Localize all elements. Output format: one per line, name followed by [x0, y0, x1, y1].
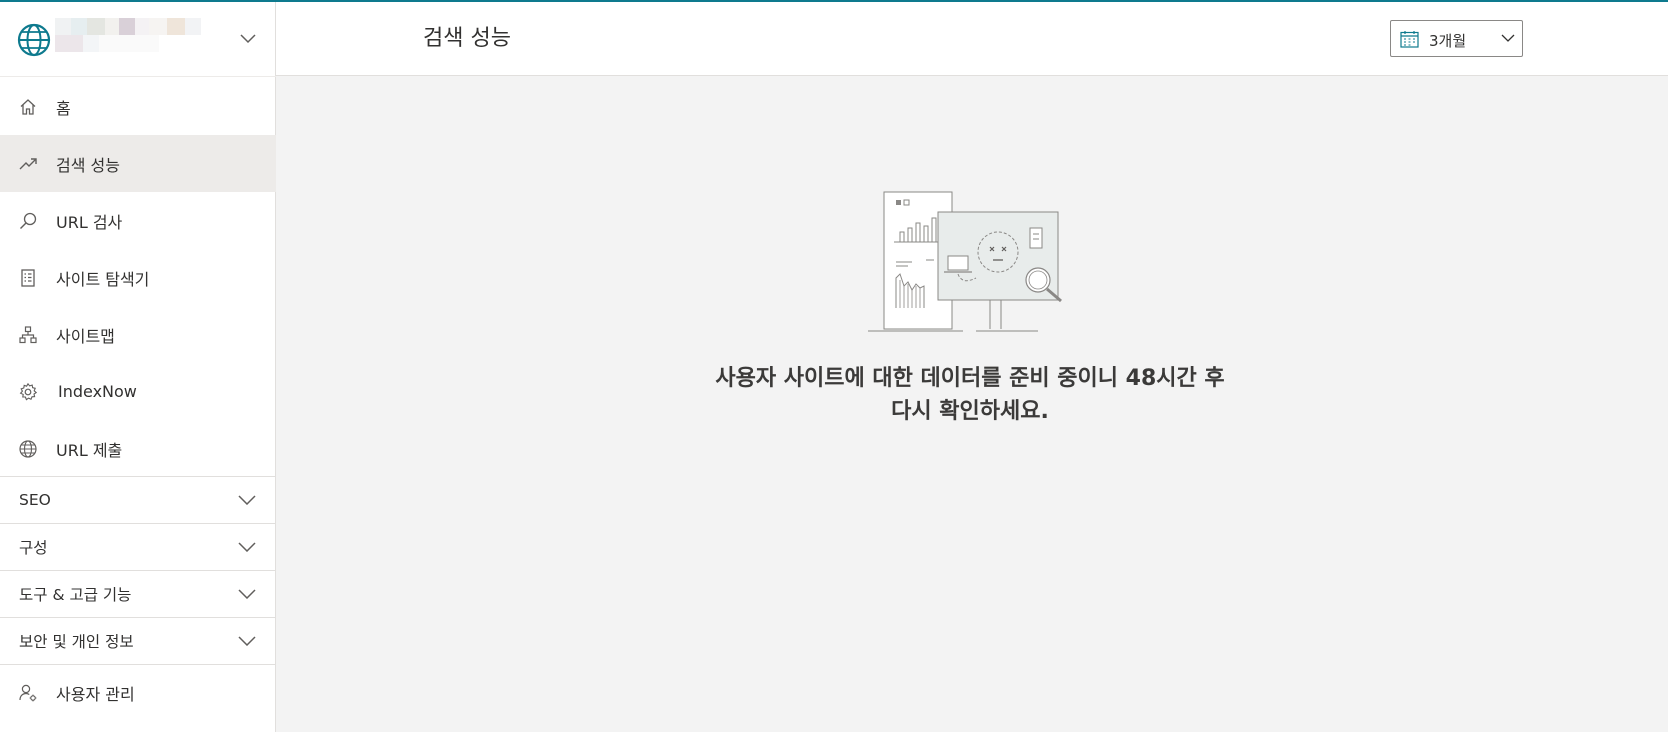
gear-icon — [19, 382, 38, 400]
empty-message-line-2: 다시 확인하세요. — [891, 399, 1049, 424]
nav-item-sitemap[interactable]: 사이트맵 — [0, 306, 276, 363]
page-header: 검색 성능 3개월 — [276, 2, 1668, 76]
group-label: 도구 & 고급 기능 — [19, 586, 132, 604]
group-label: SEO — [19, 491, 51, 509]
nav-item-user-management[interactable]: 사용자 관리 — [0, 664, 276, 720]
chevron-down-icon — [238, 495, 256, 505]
user-settings-icon — [19, 684, 37, 701]
site-selector[interactable] — [0, 2, 276, 77]
empty-message-line-1: 사용자 사이트에 대한 데이터를 준비 중이니 48시간 후 — [715, 366, 1225, 391]
chevron-down-icon — [238, 589, 256, 599]
calendar-icon — [1400, 31, 1419, 48]
nav-item-search-performance[interactable]: 검색 성능 — [0, 135, 276, 192]
nav-label: IndexNow — [58, 382, 137, 401]
page-title: 검색 성능 — [423, 26, 511, 51]
globe-icon — [17, 23, 51, 57]
nav-item-home[interactable]: 홈 — [0, 78, 276, 135]
group-seo[interactable]: SEO — [0, 476, 276, 523]
empty-state-illustration — [868, 191, 1062, 332]
sidebar: 홈 검색 성능 URL 검사 사이트 탐색기 사이트맵 IndexNow URL… — [0, 2, 276, 732]
search-icon — [20, 212, 37, 229]
chevron-down-icon — [238, 636, 256, 646]
document-list-icon — [21, 268, 35, 287]
group-tools-advanced[interactable]: 도구 & 고급 기능 — [0, 570, 276, 617]
nav-label: URL 검사 — [56, 212, 123, 232]
sitemap-icon — [19, 325, 37, 343]
chevron-down-icon — [1501, 34, 1515, 42]
nav-item-indexnow[interactable]: IndexNow — [0, 363, 276, 420]
nav-label: 사이트 탐색기 — [56, 269, 150, 289]
nav-label: URL 제출 — [56, 440, 123, 460]
group-configuration[interactable]: 구성 — [0, 523, 276, 570]
nav-label: 홈 — [56, 98, 71, 118]
home-icon — [20, 98, 36, 115]
nav-label: 검색 성능 — [56, 155, 120, 175]
chevron-down-icon — [238, 542, 256, 552]
nav-label: 사이트맵 — [56, 326, 115, 346]
nav-item-url-submission[interactable]: URL 제출 — [0, 420, 276, 477]
group-label: 보안 및 개인 정보 — [19, 633, 134, 651]
date-range-dropdown[interactable]: 3개월 — [1390, 20, 1523, 57]
nav-item-site-explorer[interactable]: 사이트 탐색기 — [0, 249, 276, 306]
group-security-privacy[interactable]: 보안 및 개인 정보 — [0, 617, 276, 664]
trending-up-icon — [19, 157, 37, 169]
group-label: 구성 — [19, 539, 48, 557]
site-name-redacted — [55, 18, 215, 56]
nav-item-url-inspection[interactable]: URL 검사 — [0, 192, 276, 249]
date-range-label: 3개월 — [1429, 32, 1467, 50]
chevron-down-icon — [240, 34, 256, 44]
empty-state-message: 사용자 사이트에 대한 데이터를 준비 중이니 48시간 후 다시 확인하세요. — [660, 362, 1280, 428]
globe-icon — [19, 439, 37, 458]
nav-label: 사용자 관리 — [56, 684, 135, 704]
